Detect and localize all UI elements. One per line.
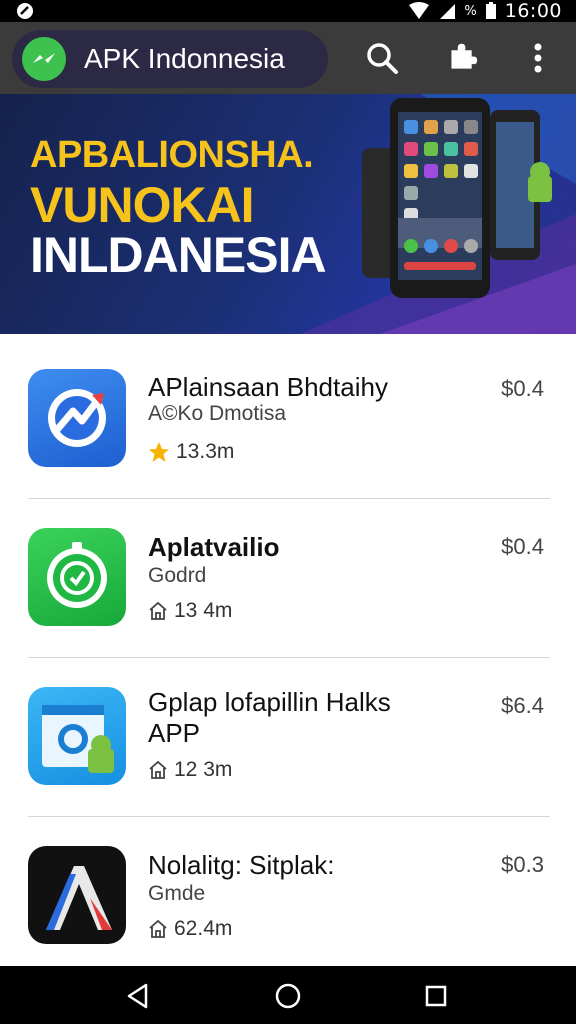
list-item[interactable]: APlainsaan Bhdtaihy A©Ko Dmotisa 13.3m $… [0,340,576,498]
more-vert-icon [534,43,542,73]
list-item[interactable]: Nolalitg: Sitplak: Gmde 62.4m $0.3 [0,816,576,974]
banner-headline-3: INLDANESIA [30,227,327,283]
app-title: Nolalitg: Sitplak: [148,850,335,880]
battery-percent: % [464,3,477,19]
status-bar: % 16:00 [0,0,576,22]
app-size: 62.4m [174,917,233,940]
recents-square-icon [425,985,447,1007]
app-title-pill[interactable]: APK Indonnesia [12,30,328,88]
download-icon [149,601,167,620]
extensions-button[interactable] [444,40,480,76]
clock: 16:00 [504,0,562,22]
recents-button[interactable] [418,978,454,1014]
app-price: $6.4 [501,693,544,718]
app-title: Aplatvailio [148,532,280,562]
app-logo [22,37,66,81]
app-meta: 13 4m [148,599,232,623]
blue-arrow-app-icon [28,369,126,467]
app-title: APlainsaan Bhdtaihy [148,372,388,402]
battery-icon [485,2,496,19]
app-meta: 12 3m [148,758,232,782]
app-meta: 13.3m [148,440,234,464]
app-price: $0.3 [501,852,544,877]
app-subtitle: A©Ko Dmotisa [148,402,287,425]
home-button[interactable] [270,978,306,1014]
app-price: $0.4 [501,534,544,559]
app-price: $0.4 [501,376,544,401]
list-item[interactable]: Gplap lofapillin Halks APP 12 3m $6.4 [0,657,576,815]
app-title-line2: APP [148,718,201,748]
download-icon [149,919,167,938]
star-icon [149,442,169,462]
search-button[interactable] [364,40,400,76]
page-title: APK Indonnesia [84,43,285,74]
signal-icon [440,4,456,19]
back-triangle-icon [127,983,148,1009]
list-item[interactable]: Aplatvailio Godrd 13 4m $0.4 [0,498,576,656]
app-subtitle: Gmde [148,882,206,905]
back-button[interactable] [120,978,156,1014]
letter-a-app-icon [28,846,126,944]
home-circle-icon [275,983,301,1009]
download-icon [149,760,167,779]
app-size: 13.3m [176,440,235,463]
promo-banner[interactable]: APBALIONSHA. VUNOKAI INLDANESIA [0,94,576,334]
puzzle-icon [451,43,478,69]
phones-illustration [362,98,552,298]
wifi-icon [409,2,430,19]
app-bar: APK Indonnesia [0,22,576,94]
overflow-menu-button[interactable] [520,40,556,76]
system-nav-bar [0,966,576,1024]
app-size: 13 4m [174,599,233,622]
app-subtitle: Godrd [148,564,207,587]
app-size: 12 3m [174,758,233,781]
notification-icon [17,3,33,19]
banner-headline-1: APBALIONSHA. [30,134,314,176]
search-icon [367,43,398,74]
green-clock-app-icon [28,528,126,626]
android-robot-icon [528,162,552,202]
app-title: Gplap lofapillin Halks [148,687,391,717]
messenger-bolt-icon [33,53,55,63]
app-meta: 62.4m [148,917,232,941]
android-browser-app-icon [28,687,126,785]
